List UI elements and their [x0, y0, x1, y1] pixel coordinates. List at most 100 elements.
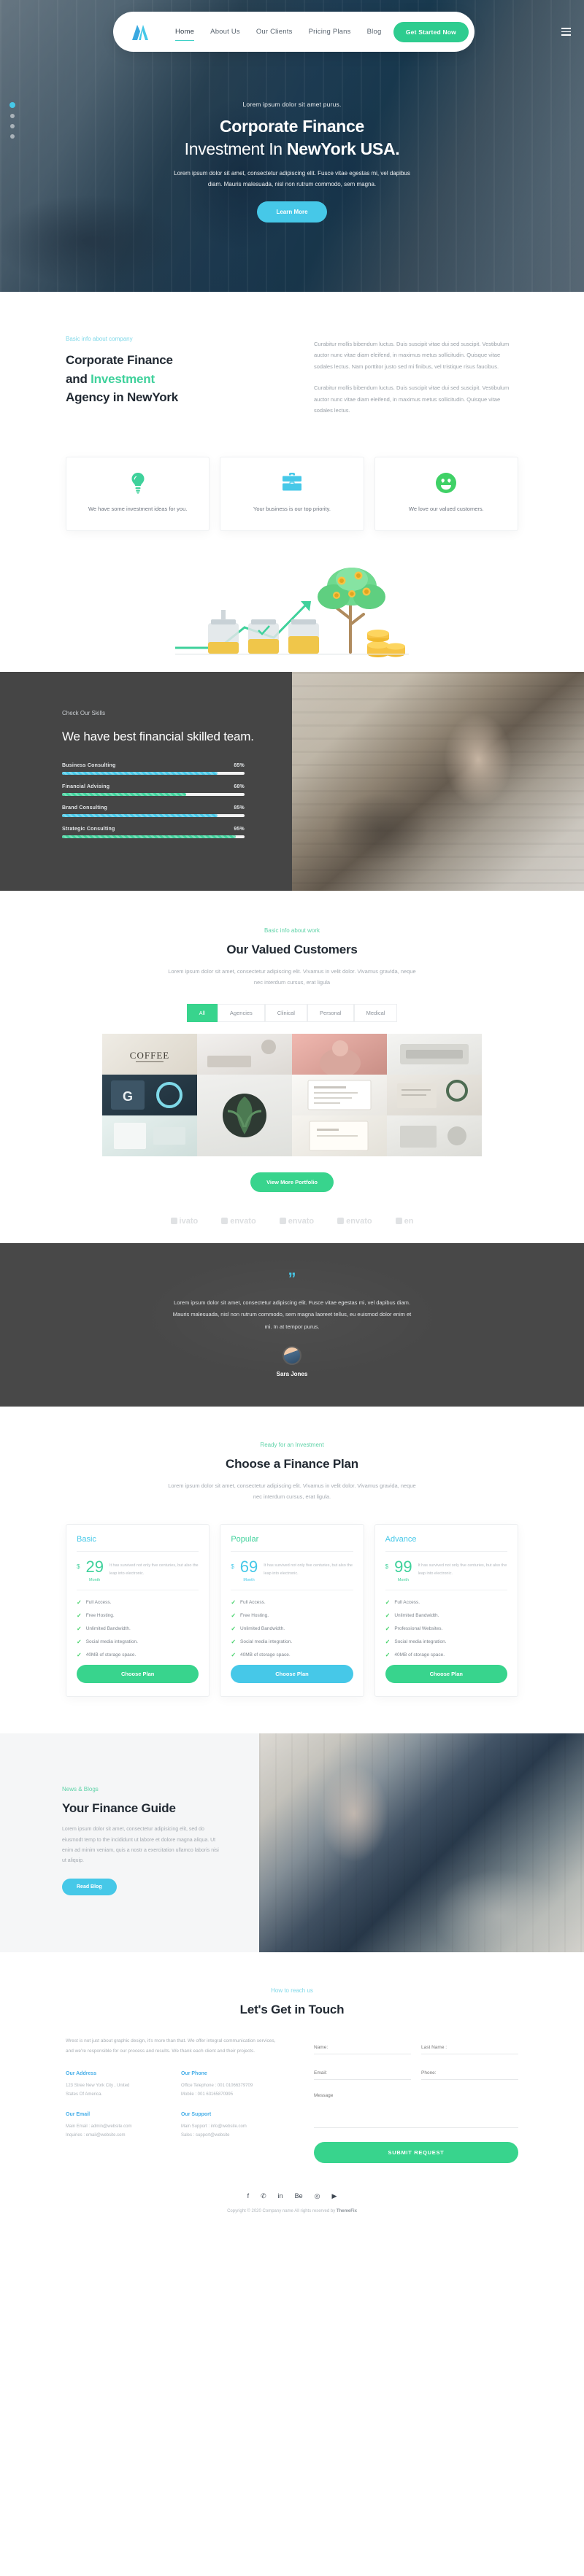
- quotation-mark-icon: ”: [288, 1269, 296, 1288]
- nav-link-pricing-plans[interactable]: Pricing Plans: [301, 23, 359, 40]
- hamburger-menu-icon[interactable]: [561, 28, 571, 38]
- feature-card-text: We love our valued customers.: [408, 506, 484, 513]
- nav-link-home[interactable]: Home: [167, 23, 202, 41]
- pricing-eyebrow: Ready for an Investment: [260, 1442, 324, 1449]
- submit-request-button[interactable]: SUBMIT REQUEST: [314, 2142, 518, 2164]
- pricing-title: Choose a Finance Plan: [226, 1457, 358, 1471]
- slider-dot[interactable]: [10, 114, 15, 118]
- money-tree-illustration: [66, 552, 518, 672]
- field-email: [314, 2065, 411, 2081]
- check-icon: ✓: [385, 1639, 391, 1646]
- hero-slider-dots[interactable]: [9, 102, 15, 144]
- message-textarea[interactable]: [314, 2090, 518, 2129]
- twitter-icon[interactable]: ✆: [261, 2192, 266, 2200]
- portfolio-filter-medical[interactable]: Medical: [353, 1003, 398, 1022]
- portfolio-item[interactable]: G: [102, 1074, 197, 1115]
- portfolio-item[interactable]: [292, 1074, 387, 1115]
- instagram-icon[interactable]: ◎: [315, 2192, 320, 2200]
- field-message: [314, 2090, 518, 2132]
- slider-dot[interactable]: [10, 134, 15, 139]
- plan-feature-label: Professional Websites.: [394, 1626, 443, 1632]
- testimonial-section: ” Lorem ipsum dolor sit amet, consectetu…: [0, 1242, 584, 1407]
- choose-plan-button-advance[interactable]: Choose Plan: [385, 1665, 507, 1684]
- nav-link-our-clients[interactable]: Our Clients: [248, 23, 301, 40]
- portfolio-item[interactable]: [102, 1115, 197, 1156]
- portfolio-item[interactable]: [387, 1074, 482, 1115]
- contact-line: Main Support : info@website.com: [181, 2124, 247, 2129]
- skill-track: [62, 835, 245, 839]
- check-icon: ✓: [385, 1652, 391, 1659]
- brand-label: envato: [288, 1216, 315, 1226]
- contact-eyebrow: How to reach us: [271, 1987, 313, 1995]
- contact-block-body: 123 Stree New York City , United States …: [66, 2081, 169, 2099]
- plan-feature-label: Full Access.: [394, 1600, 420, 1606]
- portfolio-item[interactable]: [292, 1033, 387, 1075]
- about-section: Basic info about company Corporate Finan…: [0, 292, 584, 672]
- portfolio-item[interactable]: [387, 1033, 482, 1075]
- phone-input[interactable]: [421, 2068, 518, 2081]
- pricing-section: Ready for an Investment Choose a Finance…: [0, 1407, 584, 1698]
- avatar: [283, 1346, 301, 1366]
- portfolio-filter-personal[interactable]: Personal: [307, 1003, 354, 1022]
- nav-links: Home About Us Our Clients Pricing Plans …: [167, 23, 393, 41]
- name-input[interactable]: [314, 2042, 411, 2055]
- social-links: f ✆ in Be ◎ ▶: [0, 2192, 584, 2200]
- plan-feature-label: Free Hosting.: [85, 1613, 115, 1619]
- skill-value: 68%: [234, 784, 245, 790]
- portfolio-item[interactable]: [197, 1074, 292, 1156]
- portfolio-item[interactable]: COFFEE: [102, 1033, 197, 1075]
- choose-plan-button-popular[interactable]: Choose Plan: [231, 1665, 353, 1684]
- feature-card-text: Your business is our top priority.: [253, 506, 331, 513]
- skill-label: Financial Advising: [62, 784, 110, 790]
- portfolio-item[interactable]: [387, 1115, 482, 1156]
- hero-learn-more-button[interactable]: Learn More: [257, 201, 327, 223]
- skill-bar-brand-consulting: Brand Consulting 85%: [62, 805, 245, 818]
- nav-link-about-us[interactable]: About Us: [202, 23, 248, 40]
- skill-track: [62, 772, 245, 775]
- contact-block-title: Our Address: [66, 2070, 97, 2076]
- divider: [77, 1551, 199, 1552]
- plan-feature: ✓ Unlimited Bandwidth.: [231, 1625, 353, 1632]
- portfolio-paragraph: Lorem ipsum dolor sit amet, consectetur …: [168, 967, 416, 986]
- choose-plan-button-basic[interactable]: Choose Plan: [77, 1665, 199, 1684]
- skill-value: 85%: [234, 805, 245, 811]
- email-input[interactable]: [314, 2068, 411, 2081]
- contact-line: States Of America.: [66, 2092, 103, 2097]
- skill-label: Strategic Consulting: [62, 827, 115, 832]
- facebook-icon[interactable]: f: [247, 2192, 250, 2200]
- portfolio-item[interactable]: [197, 1033, 292, 1075]
- nav-link-blog[interactable]: Blog: [359, 23, 390, 40]
- feature-card-top-priority[interactable]: Your business is our top priority.: [220, 457, 364, 531]
- portfolio-item[interactable]: [292, 1115, 387, 1156]
- contact-intro: Wrest is not just about graphic design, …: [66, 2038, 276, 2054]
- hero-title-line2-bold: NewYork USA.: [286, 139, 400, 158]
- portfolio-filter-all[interactable]: All: [186, 1003, 218, 1022]
- blog-eyebrow: News & Blogs: [62, 1786, 99, 1793]
- brand-logo-icon[interactable]: [129, 23, 151, 42]
- slider-dot-active[interactable]: [9, 102, 15, 108]
- contact-block-body: Office Telephone : 001 01066379709 Mobil…: [181, 2081, 285, 2099]
- feature-cards: We have some investment ideas for you. Y…: [66, 457, 518, 531]
- behance-icon[interactable]: Be: [295, 2192, 303, 2200]
- plan-currency: $: [231, 1563, 234, 1571]
- plan-feature-label: Full Access.: [240, 1600, 266, 1606]
- read-blog-button[interactable]: Read Blog: [62, 1878, 117, 1895]
- blog-section: News & Blogs Your Finance Guide Lorem ip…: [0, 1733, 584, 1953]
- skill-value: 85%: [234, 763, 245, 769]
- youtube-icon[interactable]: ▶: [332, 2192, 337, 2200]
- view-more-portfolio-button[interactable]: View More Portfolio: [250, 1172, 334, 1192]
- briefcase-icon: [231, 472, 353, 494]
- get-started-button[interactable]: Get Started Now: [393, 21, 469, 42]
- feature-card-valued-customers[interactable]: We love our valued customers.: [374, 457, 518, 531]
- portfolio-eyebrow: Basic info about work: [264, 927, 320, 934]
- feature-card-investment-ideas[interactable]: We have some investment ideas for you.: [66, 457, 210, 531]
- plan-feature-label: 40MB of storage space.: [394, 1652, 445, 1658]
- slider-dot[interactable]: [10, 124, 15, 128]
- plan-feature-label: Full Access.: [85, 1600, 112, 1606]
- portfolio-filter-agencies[interactable]: Agencies: [217, 1003, 265, 1022]
- linkedin-icon[interactable]: in: [278, 2192, 283, 2200]
- portfolio-filter-clinical[interactable]: Clinical: [264, 1003, 307, 1022]
- field-phone: [421, 2065, 518, 2081]
- form-row-contact: [314, 2065, 518, 2081]
- lastname-input[interactable]: [421, 2042, 518, 2055]
